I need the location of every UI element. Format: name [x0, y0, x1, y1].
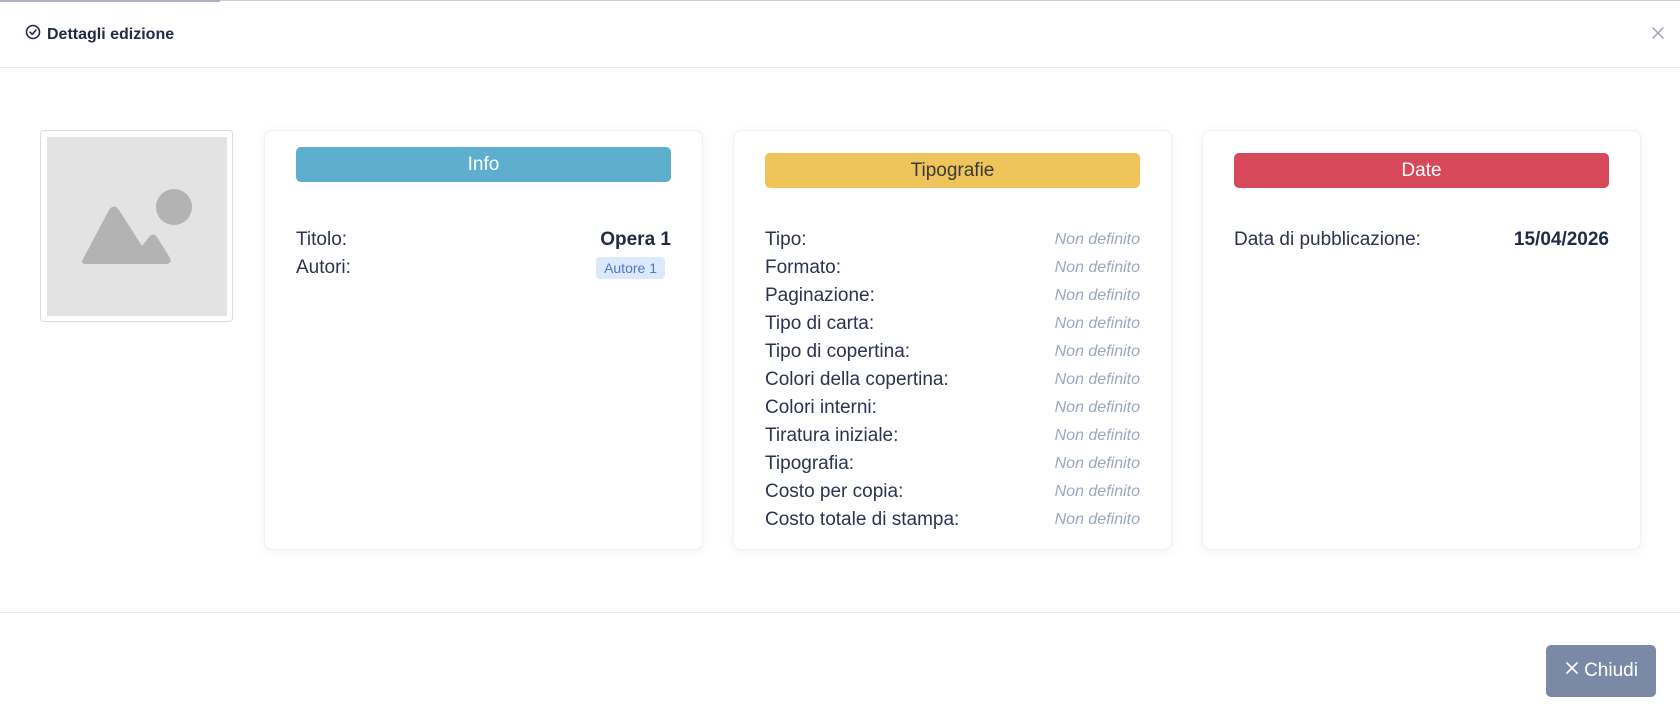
row-label: Paginazione:	[765, 285, 875, 306]
modal-body: Info Titolo: Opera 1 Autori: Autore 1 Ti…	[0, 68, 1680, 613]
row-value: Non definito	[1054, 455, 1140, 472]
info-header: Info	[296, 147, 671, 182]
row-value: Non definito	[1054, 427, 1140, 444]
row-value: Non definito	[1054, 483, 1140, 500]
tipografie-row: Formato: Non definito	[765, 255, 1140, 281]
tipografie-row: Tiratura iniziale: Non definito	[765, 423, 1140, 449]
tipografie-row: Tipo di copertina: Non definito	[765, 339, 1140, 365]
row-value: 15/04/2026	[1513, 229, 1609, 250]
row-value: Non definito	[1054, 343, 1140, 360]
row-label: Costo totale di stampa:	[765, 509, 960, 530]
tipografie-row: Colori interni: Non definito	[765, 395, 1140, 421]
image-placeholder-icon	[47, 137, 227, 316]
tipografie-row: Costo per copia: Non definito	[765, 479, 1140, 505]
row-label: Tipografia:	[765, 453, 855, 474]
row-value: Opera 1	[600, 229, 671, 250]
close-button-label: Chiudi	[1584, 660, 1638, 681]
row-label: Tipo di copertina:	[765, 341, 911, 362]
modal-header: Dettagli edizione	[0, 1, 1680, 68]
row-label: Costo per copia:	[765, 481, 904, 502]
tipografie-header: Tipografie	[765, 153, 1140, 188]
info-row-titolo: Titolo: Opera 1	[296, 227, 671, 253]
modal-title-wrap: Dettagli edizione	[25, 24, 174, 45]
row-value: Non definito	[1054, 399, 1140, 416]
tipografie-row: Paginazione: Non definito	[765, 283, 1140, 309]
tipografie-row: Tipo di carta: Non definito	[765, 311, 1140, 337]
tipografie-row: Colori della copertina: Non definito	[765, 367, 1140, 393]
circle-check-icon	[25, 24, 41, 45]
row-value: Non definito	[1054, 511, 1140, 528]
row-label: Tipo:	[765, 229, 807, 250]
author-badge[interactable]: Autore 1	[596, 257, 665, 279]
tipografie-card: Tipografie Tipo: Non definito Formato: Non…	[733, 130, 1172, 550]
row-value: Non definito	[1054, 287, 1140, 304]
row-label: Colori interni:	[765, 397, 877, 418]
close-button[interactable]: Chiudi	[1546, 645, 1656, 697]
row-label: Data di pubblicazione:	[1234, 229, 1421, 250]
row-value: Non definito	[1054, 315, 1140, 332]
row-label: Titolo:	[296, 229, 348, 250]
date-row-pubblicazione: Data di pubblicazione: 15/04/2026	[1234, 227, 1609, 253]
row-label: Colori della copertina:	[765, 369, 949, 390]
date-header: Date	[1234, 153, 1609, 188]
info-row-autori: Autori: Autore 1	[296, 255, 671, 281]
tipografie-row: Tipo: Non definito	[765, 227, 1140, 253]
modal-footer: Chiudi	[0, 612, 1680, 721]
x-icon	[1564, 660, 1580, 682]
tipografie-row: Costo totale di stampa: Non definito	[765, 507, 1140, 533]
row-label: Autori:	[296, 257, 351, 278]
row-value: Non definito	[1054, 259, 1140, 276]
info-card: Info Titolo: Opera 1 Autori: Autore 1	[264, 130, 703, 550]
cover-image	[40, 130, 233, 322]
row-label: Tipo di carta:	[765, 313, 875, 334]
close-icon[interactable]	[1648, 23, 1668, 43]
tipografie-row: Tipografia: Non definito	[765, 451, 1140, 477]
row-label: Formato:	[765, 257, 842, 278]
row-label: Tiratura iniziale:	[765, 425, 899, 446]
row-value: Non definito	[1054, 231, 1140, 248]
row-value: Non definito	[1054, 371, 1140, 388]
date-card: Date Data di pubblicazione: 15/04/2026	[1202, 130, 1641, 550]
modal-title: Dettagli edizione	[47, 25, 175, 43]
